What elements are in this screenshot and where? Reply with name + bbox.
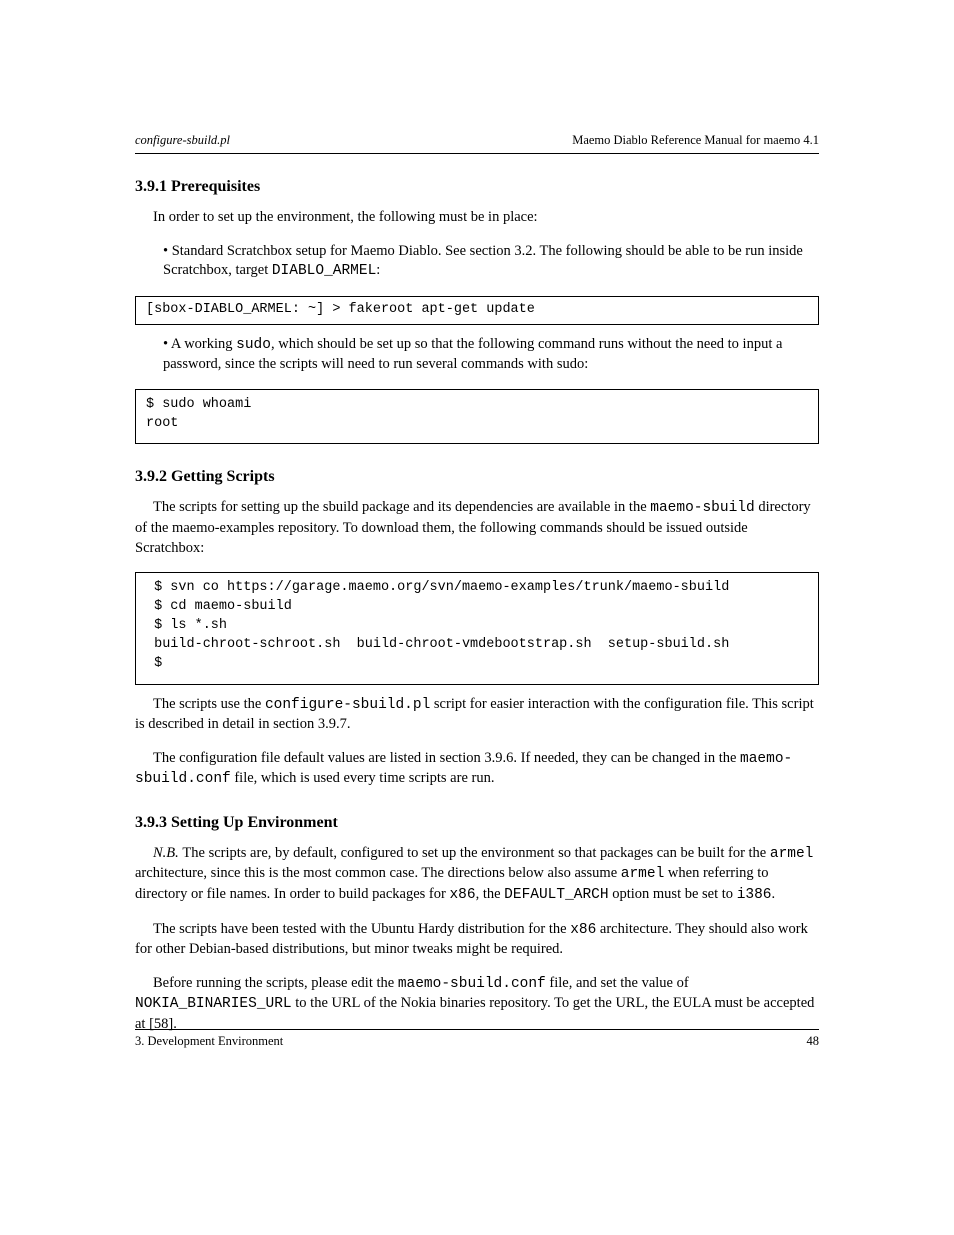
bullet-sudo: • A working sudo, which should be set up…	[135, 335, 819, 375]
para-tested: The scripts have been tested with the Ub…	[135, 920, 819, 960]
section-title-prerequisites: 3.9.1 Prerequisites	[135, 178, 819, 196]
footer-left: 3. Development Environment	[135, 1034, 283, 1049]
page-footer: 3. Development Environment 48	[135, 1029, 819, 1049]
footer-rule	[135, 1029, 819, 1030]
header-right: Maemo Diablo Reference Manual for maemo …	[572, 133, 819, 148]
section-title-scripts: 3.9.2 Getting Scripts	[135, 468, 819, 486]
para-scripts-intro: The scripts for setting up the sbuild pa…	[135, 498, 819, 558]
para-config-file: The configuration file default values ar…	[135, 749, 819, 790]
para-configure-script: The scripts use the configure-sbuild.pl …	[135, 695, 819, 735]
code-apt-get-update: [sbox-DIABLO_ARMEL: ~] > fakeroot apt-ge…	[135, 296, 819, 325]
section-title-env: 3.9.3 Setting Up Environment	[135, 814, 819, 832]
para-prereq-intro: In order to set up the environment, the …	[135, 208, 819, 228]
footer-page-number: 48	[807, 1034, 820, 1049]
page-header: configure-sbuild.pl Maemo Diablo Referen…	[135, 133, 819, 153]
code-svn-checkout: $ svn co https://garage.maemo.org/svn/ma…	[135, 572, 819, 684]
para-before-running: Before running the scripts, please edit …	[135, 974, 819, 1035]
header-rule	[135, 153, 819, 154]
bullet-scratchbox: • Standard Scratchbox setup for Maemo Di…	[135, 242, 819, 282]
para-nb: N.B. The scripts are, by default, config…	[135, 844, 819, 906]
header-left: configure-sbuild.pl	[135, 133, 230, 148]
code-sudo-whoami: $ sudo whoami root	[135, 389, 819, 445]
